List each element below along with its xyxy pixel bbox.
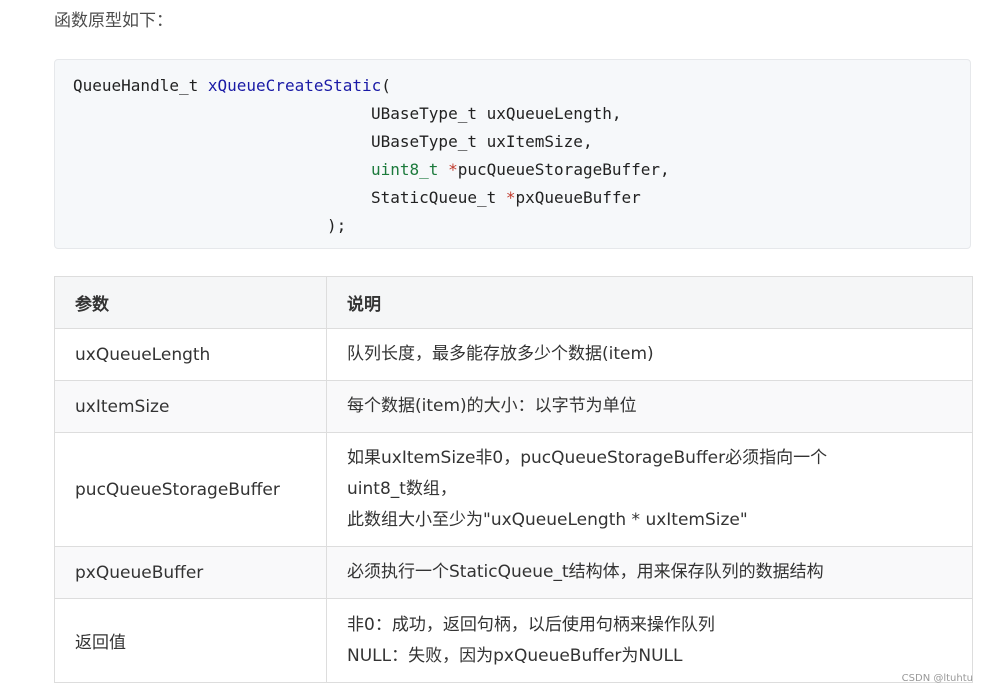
desc-line: NULL：失败，因为pxQueueBuffer为NULL <box>347 645 683 666</box>
code-block: QueueHandle_t xQueueCreateStatic( UBaseT… <box>54 59 971 249</box>
param-type: UBaseType_t <box>371 104 477 123</box>
desc-line: 此数组大小至少为"uxQueueLength * uxItemSize" <box>347 510 748 530</box>
table-row: pxQueueBuffer 必须执行一个StaticQueue_t结构体，用来保… <box>54 546 973 599</box>
desc-cell: 如果uxItemSize非0，pucQueueStorageBuffer必须指向… <box>326 432 973 547</box>
table-row: uxItemSize 每个数据(item)的大小：以字节为单位 <box>54 380 973 433</box>
param-type: UBaseType_t <box>371 132 477 151</box>
param-name: uxItemSize, <box>486 132 593 151</box>
param-cell: uxItemSize <box>54 380 327 433</box>
desc-line: 每个数据(item)的大小：以字节为单位 <box>347 396 637 416</box>
param-name: pxQueueBuffer <box>515 188 641 207</box>
table-row: 返回值 非0：成功，返回句柄，以后使用句柄来操作队列 NULL：失败，因为pxQ… <box>54 598 973 683</box>
desc-line: uint8_t数组， <box>347 479 457 499</box>
desc-line: 非0：成功，返回句柄，以后使用句柄来操作队列 <box>347 614 715 635</box>
param-cell: pxQueueBuffer <box>54 546 327 599</box>
param-cell: pucQueueStorageBuffer <box>54 432 327 547</box>
param-type: StaticQueue_t <box>371 188 497 207</box>
param-cell: 返回值 <box>54 598 327 683</box>
intro-text: 函数原型如下： <box>54 11 173 31</box>
param-type: uint8_t <box>371 160 439 179</box>
function-name: xQueueCreateStatic <box>207 76 382 95</box>
desc-cell: 必须执行一个StaticQueue_t结构体，用来保存队列的数据结构 <box>326 546 973 599</box>
code-line-signature: QueueHandle_t xQueueCreateStatic( <box>73 72 391 100</box>
code-line-param-3: uint8_t *pucQueueStorageBuffer, <box>371 156 670 184</box>
param-cell: uxQueueLength <box>54 328 327 381</box>
code-line-param-4: StaticQueue_t *pxQueueBuffer <box>371 184 641 212</box>
desc-line: 队列长度，最多能存放多少个数据(item) <box>347 344 654 364</box>
param-name: pucQueueStorageBuffer, <box>457 160 670 179</box>
desc-cell: 队列长度，最多能存放多少个数据(item) <box>326 328 973 381</box>
pointer-star: * <box>448 160 458 179</box>
pointer-star: * <box>505 188 516 207</box>
code-line-param-2: UBaseType_t uxItemSize, <box>371 128 593 156</box>
table-header-row: 参数 说明 <box>54 276 973 329</box>
desc-line: 如果uxItemSize非0，pucQueueStorageBuffer必须指向… <box>347 448 828 468</box>
params-table: 参数 说明 uxQueueLength 队列长度，最多能存放多少个数据(item… <box>54 276 973 683</box>
close-paren: ); <box>327 216 347 235</box>
return-type: QueueHandle_t <box>73 76 199 95</box>
desc-line: 必须执行一个StaticQueue_t结构体，用来保存队列的数据结构 <box>347 562 824 582</box>
header-desc: 说明 <box>326 276 973 329</box>
code-line-param-1: UBaseType_t uxQueueLength, <box>371 100 621 128</box>
header-param: 参数 <box>54 276 327 329</box>
code-line-close: ); <box>327 212 346 240</box>
open-paren: ( <box>381 76 391 95</box>
desc-cell: 每个数据(item)的大小：以字节为单位 <box>326 380 973 433</box>
table-row: uxQueueLength 队列长度，最多能存放多少个数据(item) <box>54 328 973 381</box>
desc-cell: 非0：成功，返回句柄，以后使用句柄来操作队列 NULL：失败，因为pxQueue… <box>326 598 973 683</box>
table-row: pucQueueStorageBuffer 如果uxItemSize非0，puc… <box>54 432 973 547</box>
param-name: uxQueueLength, <box>486 104 622 123</box>
watermark: CSDN @ltuhtu <box>901 673 973 684</box>
